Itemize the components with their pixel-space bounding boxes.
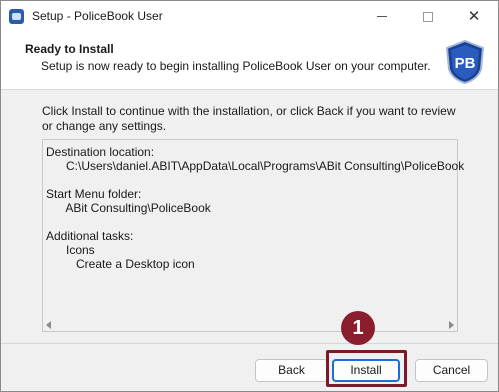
maximize-icon [423,11,433,22]
ready-memo[interactable]: Destination location: C:\Users\daniel.AB… [42,139,464,332]
divider [1,343,498,344]
wizard-header: Ready to Install Setup is now ready to b… [1,32,498,90]
minimize-icon [377,16,387,17]
page-title: Ready to Install [25,42,114,56]
logo-text: PB [455,55,476,72]
title-bar[interactable]: Setup - PoliceBook User ✕ [1,1,498,32]
cancel-button[interactable]: Cancel [415,359,488,382]
close-button[interactable]: ✕ [451,1,497,32]
horizontal-scrollbar[interactable] [43,319,457,331]
scroll-left-icon[interactable] [46,321,51,329]
back-button[interactable]: Back [255,359,328,382]
page-subtitle: Setup is now ready to begin installing P… [41,59,431,73]
policebook-logo: PB [445,39,485,85]
install-highlight [326,350,407,387]
app-icon [9,9,24,24]
step-badge: 1 [341,311,375,345]
close-icon: ✕ [467,8,481,25]
scroll-right-icon[interactable] [449,321,454,329]
setup-window: Setup - PoliceBook User ✕ Ready to Insta… [0,0,499,392]
window-title: Setup - PoliceBook User [32,9,163,23]
ready-memo-text: Destination location: C:\Users\daniel.AB… [46,145,465,271]
minimize-button[interactable] [359,1,405,32]
maximize-button[interactable] [405,1,451,32]
instructions-text: Click Install to continue with the insta… [42,104,456,133]
